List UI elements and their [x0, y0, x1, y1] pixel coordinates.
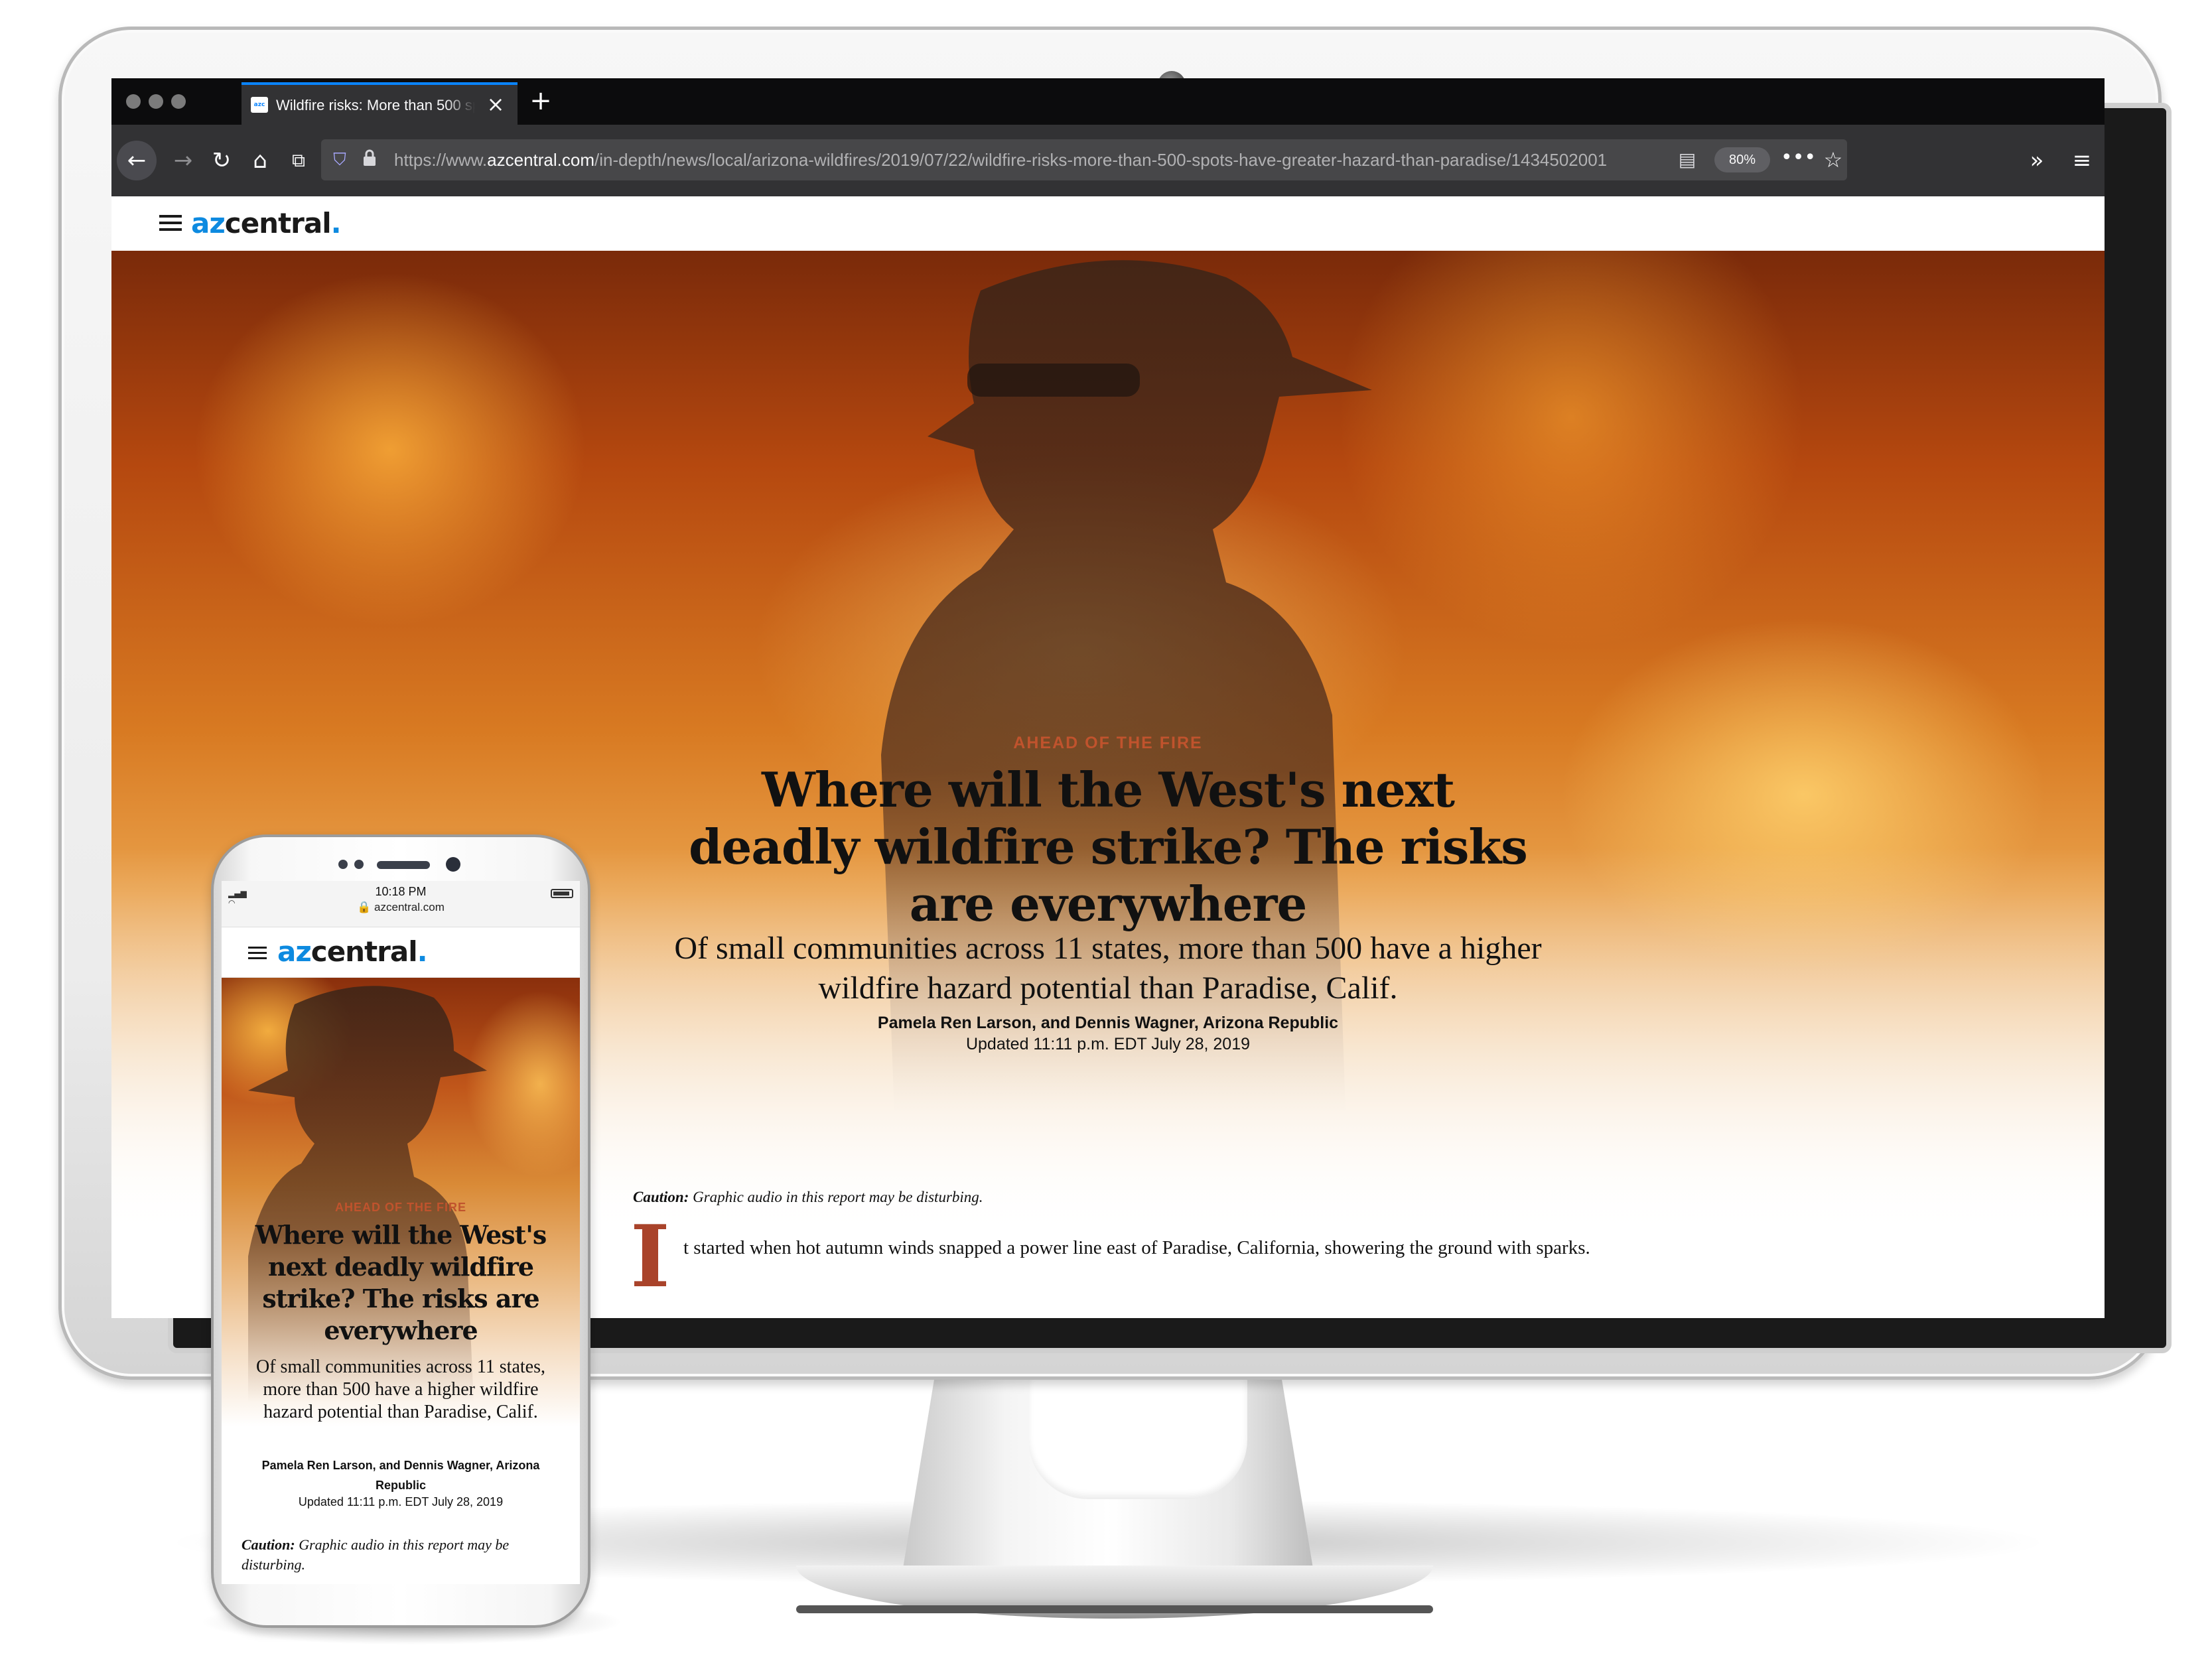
zoom-level-badge[interactable]: 80% — [1714, 147, 1770, 172]
browser-tab-active[interactable]: azc Wildfire risks: More than 500 spots … — [242, 82, 518, 125]
page-actions-more-icon[interactable]: ••• — [1781, 145, 1816, 175]
article-headline: Where will the West's next deadly wildfi… — [689, 762, 1528, 932]
article-first-paragraph: t started when hot autumn winds snapped … — [683, 1237, 1590, 1258]
site-menu-icon[interactable] — [159, 211, 182, 235]
url-path: /in-depth/news/local/arizona-wildfires/2… — [594, 150, 1608, 170]
phone-sensor-dot — [354, 860, 364, 869]
navigation-toolbar: ← → ↻ ⌂ ⧉ ⛉ https://www.azcentral.com/in… — [111, 125, 2105, 196]
phone-article-dateline: Updated 11:11 p.m. EDT July 28, 2019 — [298, 1495, 504, 1508]
phone-status-bar: ▂▄▆ ◠ 10:18 PM 🔒 azcentral.com — [222, 881, 580, 927]
phone-url-text: azcentral.com — [374, 901, 445, 913]
monitor-stand-cutout — [1028, 1380, 1247, 1499]
bookmark-star-icon[interactable]: ☆ — [1818, 145, 1848, 175]
app-menu-icon[interactable]: ≡ — [2062, 141, 2102, 180]
article-kicker[interactable]: AHEAD OF THE FIRE — [775, 734, 1441, 753]
url-prefix: https://www. — [394, 150, 488, 170]
article-dek: Of small communities across 11 states, m… — [674, 931, 1542, 1006]
caution-label: Caution: — [633, 1189, 689, 1205]
url-host: azcentral.com — [487, 150, 594, 170]
window-zoom-dot[interactable] — [171, 94, 186, 109]
lock-icon[interactable] — [360, 149, 380, 171]
phone-azcentral-logo[interactable]: azcentral. — [277, 935, 428, 968]
phone-screen: ▂▄▆ ◠ 10:18 PM 🔒 azcentral.com azcentral… — [222, 881, 580, 1584]
phone-sensor-dot — [338, 860, 348, 869]
article-dropcap: I — [630, 1207, 670, 1307]
tab-close-icon[interactable]: × — [484, 93, 507, 115]
new-tab-plus-icon[interactable]: + — [525, 86, 556, 117]
window-minimize-dot[interactable] — [149, 94, 163, 109]
lock-glyph — [364, 149, 376, 166]
logo-dot: . — [330, 207, 342, 239]
reload-icon[interactable]: ↻ — [202, 141, 242, 180]
forward-arrow-icon[interactable]: → — [163, 141, 203, 180]
phone-menu-icon[interactable] — [248, 943, 267, 962]
phone-article-byline: Pamela Ren Larson, and Dennis Wagner, Ar… — [261, 1459, 540, 1492]
url-bar[interactable]: ⛉ https://www.azcentral.com/in-depth/new… — [321, 139, 1847, 180]
overflow-chevrons-icon[interactable]: » — [2017, 141, 2057, 180]
phone-site-header: azcentral. — [222, 927, 580, 978]
article-byline: Pamela Ren Larson, and Dennis Wagner, Ar… — [877, 1014, 1339, 1032]
tab-title: Wildfire risks: More than 500 spots have… — [276, 97, 475, 113]
azcentral-logo[interactable]: azcentral. — [191, 206, 342, 241]
logo-az: az — [191, 207, 226, 239]
phone-camera — [446, 857, 460, 872]
phone-article-headline: Where will the West's next deadly wildfi… — [255, 1220, 547, 1345]
caution-text: Graphic audio in this report may be dist… — [693, 1189, 983, 1205]
caution-note: Caution: Graphic audio in this report ma… — [633, 1189, 1562, 1206]
phone-article-dek: Of small communities across 11 states, m… — [256, 1357, 545, 1422]
tracking-protection-shield-icon[interactable]: ⛉ — [330, 150, 349, 170]
site-favicon-icon: azc — [251, 97, 268, 113]
site-header: azcentral. — [111, 196, 2105, 251]
monitor-stand-rim — [796, 1605, 1433, 1613]
mobile-phone: ▂▄▆ ◠ 10:18 PM 🔒 azcentral.com azcentral… — [211, 834, 590, 1628]
phone-speaker — [377, 861, 430, 869]
home-icon[interactable]: ⌂ — [240, 141, 280, 180]
logo-central: central — [224, 207, 332, 239]
phone-logo-central: central — [311, 935, 418, 968]
phone-logo-az: az — [277, 935, 312, 968]
window-close-dot[interactable] — [126, 94, 141, 109]
phone-caution-note: Caution: Graphic audio in this report ma… — [242, 1535, 563, 1575]
phone-logo-dot: . — [417, 935, 428, 968]
tab-strip: azc Wildfire risks: More than 500 spots … — [111, 78, 2105, 125]
back-arrow-icon[interactable]: ← — [117, 141, 157, 180]
container-tab-icon[interactable]: ⧉ — [279, 141, 318, 180]
battery-icon — [551, 889, 573, 898]
phone-time: 10:18 PM — [375, 885, 427, 898]
url-text[interactable]: https://www.azcentral.com/in-depth/news/… — [394, 139, 1668, 180]
phone-caution-label: Caution: — [242, 1536, 295, 1553]
article-dateline: Updated 11:11 p.m. EDT July 28, 2019 — [965, 1035, 1251, 1053]
phone-url[interactable]: 🔒 azcentral.com — [222, 901, 580, 914]
reader-view-icon[interactable]: ▤ — [1675, 147, 1700, 172]
phone-article-kicker[interactable]: AHEAD OF THE FIRE — [222, 1201, 580, 1215]
